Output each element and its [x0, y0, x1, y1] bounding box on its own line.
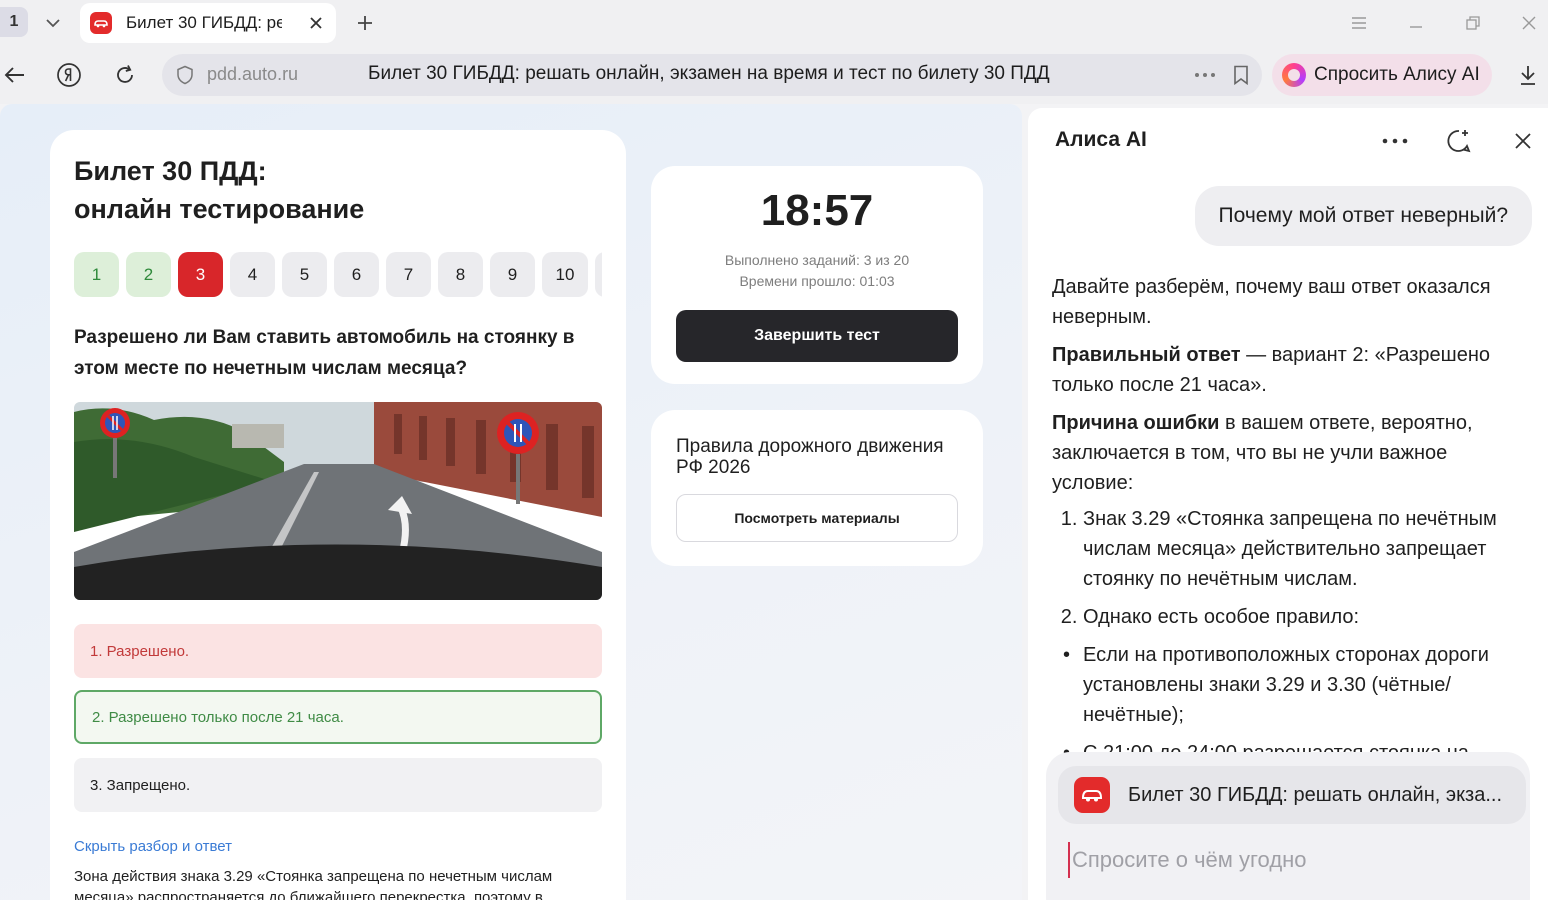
message-composer: Билет 30 ГИБДД: решать онлайн, экза... — [1046, 752, 1530, 900]
error-reason-label: Причина ошибки — [1052, 412, 1220, 434]
timer-card: 18:57 Выполнено заданий: 3 из 20 Времени… — [651, 166, 983, 384]
explanation-text: Зона действия знака 3.29 «Стоянка запрещ… — [74, 868, 553, 900]
reply-error-reason: Причина ошибки в вашем ответе, вероятно,… — [1052, 408, 1522, 498]
restore-icon[interactable] — [1460, 10, 1486, 36]
web-page: Билет 30 ПДД: онлайн тестирование 1 2 3 … — [0, 104, 1022, 900]
question-button-8[interactable]: 8 — [438, 252, 483, 297]
alice-reply: Давайте разберём, почему ваш ответ оказа… — [1052, 272, 1522, 776]
car-favicon-icon — [90, 12, 112, 34]
rules-title: Правила дорожного движения РФ 2026 — [676, 436, 944, 478]
list-item: Знак 3.29 «Стоянка запрещена по нечётным… — [1083, 504, 1522, 594]
car-favicon-icon — [1074, 777, 1110, 813]
question-button-9[interactable]: 9 — [490, 252, 535, 297]
reply-bullet-list: Если на противоположных сторонах дороги … — [1063, 640, 1522, 768]
browser-tab[interactable]: Билет 30 ГИБДД: решать онлайн, экзамен н… — [80, 3, 336, 43]
user-message-bubble: Почему мой ответ неверный? — [1194, 186, 1532, 246]
context-page-title: Билет 30 ГИБДД: решать онлайн, экза... — [1128, 783, 1503, 806]
tab-bar: 1 Билет 30 ГИБДД: решать онлайн, экзамен… — [0, 0, 1548, 46]
minimize-icon[interactable] — [1403, 10, 1429, 36]
question-button-7[interactable]: 7 — [386, 252, 431, 297]
more-dots-icon[interactable] — [1190, 62, 1220, 88]
question-button-2[interactable]: 2 — [126, 252, 171, 297]
question-button-4[interactable]: 4 — [230, 252, 275, 297]
question-button-11[interactable]: 11 — [595, 252, 602, 297]
alice-orb-icon — [1282, 63, 1306, 87]
download-icon[interactable] — [1514, 60, 1542, 90]
bookmark-icon[interactable] — [1228, 62, 1254, 88]
time-elapsed-text: Времени прошло: 01:03 — [739, 273, 895, 289]
close-tab-icon[interactable] — [304, 11, 328, 35]
close-panel-icon[interactable] — [1508, 126, 1538, 156]
correct-answer-label: Правильный ответ — [1052, 344, 1241, 366]
reload-icon[interactable] — [110, 60, 140, 90]
question-button-1[interactable]: 1 — [74, 252, 119, 297]
ask-alice-label: Спросить Алису AI — [1314, 64, 1480, 85]
list-item: Однако есть особое правило: — [1083, 602, 1522, 632]
tab-title: Билет 30 ГИБДД: решать онлайн, экзамен н… — [126, 13, 282, 32]
page-context-chip[interactable]: Билет 30 ГИБДД: решать онлайн, экза... — [1058, 766, 1526, 824]
tasks-done-text: Выполнено заданий: 3 из 20 — [724, 252, 910, 268]
url-domain: pdd.auto.ru — [207, 64, 299, 84]
question-button-10[interactable]: 10 — [542, 252, 588, 297]
list-item: Если на противоположных сторонах дороги … — [1063, 640, 1522, 730]
question-button-5[interactable]: 5 — [282, 252, 327, 297]
rules-card: Правила дорожного движения РФ 2026 Посмо… — [651, 410, 983, 566]
tab-count-badge[interactable]: 1 — [0, 7, 28, 37]
menu-icon[interactable] — [1346, 10, 1372, 36]
shield-icon[interactable] — [174, 64, 196, 86]
question-navigator: 1 2 3 4 5 6 7 8 9 10 11 — [74, 252, 602, 298]
more-dots-icon[interactable] — [1380, 126, 1410, 156]
address-bar[interactable]: pdd.auto.ru Билет 30 ГИБДД: решать онлай… — [162, 54, 1262, 96]
close-window-icon[interactable] — [1516, 10, 1542, 36]
alice-panel-title: Алиса AI — [1055, 128, 1147, 151]
navigation-bar: pdd.auto.ru Билет 30 ГИБДД: решать онлай… — [0, 46, 1548, 104]
back-arrow-icon[interactable] — [0, 60, 30, 90]
answer-option-1[interactable]: 1. Разрешено. — [74, 624, 602, 678]
ticket-card: Билет 30 ПДД: онлайн тестирование 1 2 3 … — [50, 130, 626, 900]
hide-explanation-link[interactable]: Скрыть разбор и ответ — [74, 838, 232, 855]
ticket-title: Билет 30 ПДД: онлайн тестирование — [74, 156, 365, 224]
timer-value: 18:57 — [760, 186, 874, 235]
alice-side-panel: Алиса AI Почему мой ответ неверный? Дава… — [1028, 108, 1548, 900]
view-materials-button[interactable]: Посмотреть материалы — [676, 494, 958, 542]
page-title-in-omnibox: Билет 30 ГИБДД: решать онлайн, экзамен н… — [368, 63, 1050, 84]
question-button-6[interactable]: 6 — [334, 252, 379, 297]
question-button-3[interactable]: 3 — [178, 252, 223, 297]
road-photo — [74, 402, 602, 600]
ask-input[interactable] — [1068, 842, 1498, 878]
answer-option-3[interactable]: 3. Запрещено. — [74, 758, 602, 812]
ask-alice-button[interactable]: Спросить Алису AI — [1272, 54, 1492, 96]
reply-correct-answer: Правильный ответ — вариант 2: «Разрешено… — [1052, 340, 1522, 400]
reply-intro: Давайте разберём, почему ваш ответ оказа… — [1052, 276, 1491, 328]
reply-numbered-list: Знак 3.29 «Стоянка запрещена по нечётным… — [1083, 504, 1522, 632]
new-tab-plus-icon[interactable] — [352, 10, 378, 36]
chevron-down-icon[interactable] — [40, 10, 66, 36]
new-chat-icon[interactable] — [1444, 126, 1474, 156]
finish-test-button[interactable]: Завершить тест — [676, 310, 958, 362]
question-text: Разрешено ли Вам ставить автомобиль на с… — [74, 327, 575, 379]
answer-option-2[interactable]: 2. Разрешено только после 21 часа. — [74, 690, 602, 744]
yandex-logo-icon[interactable] — [54, 60, 84, 90]
